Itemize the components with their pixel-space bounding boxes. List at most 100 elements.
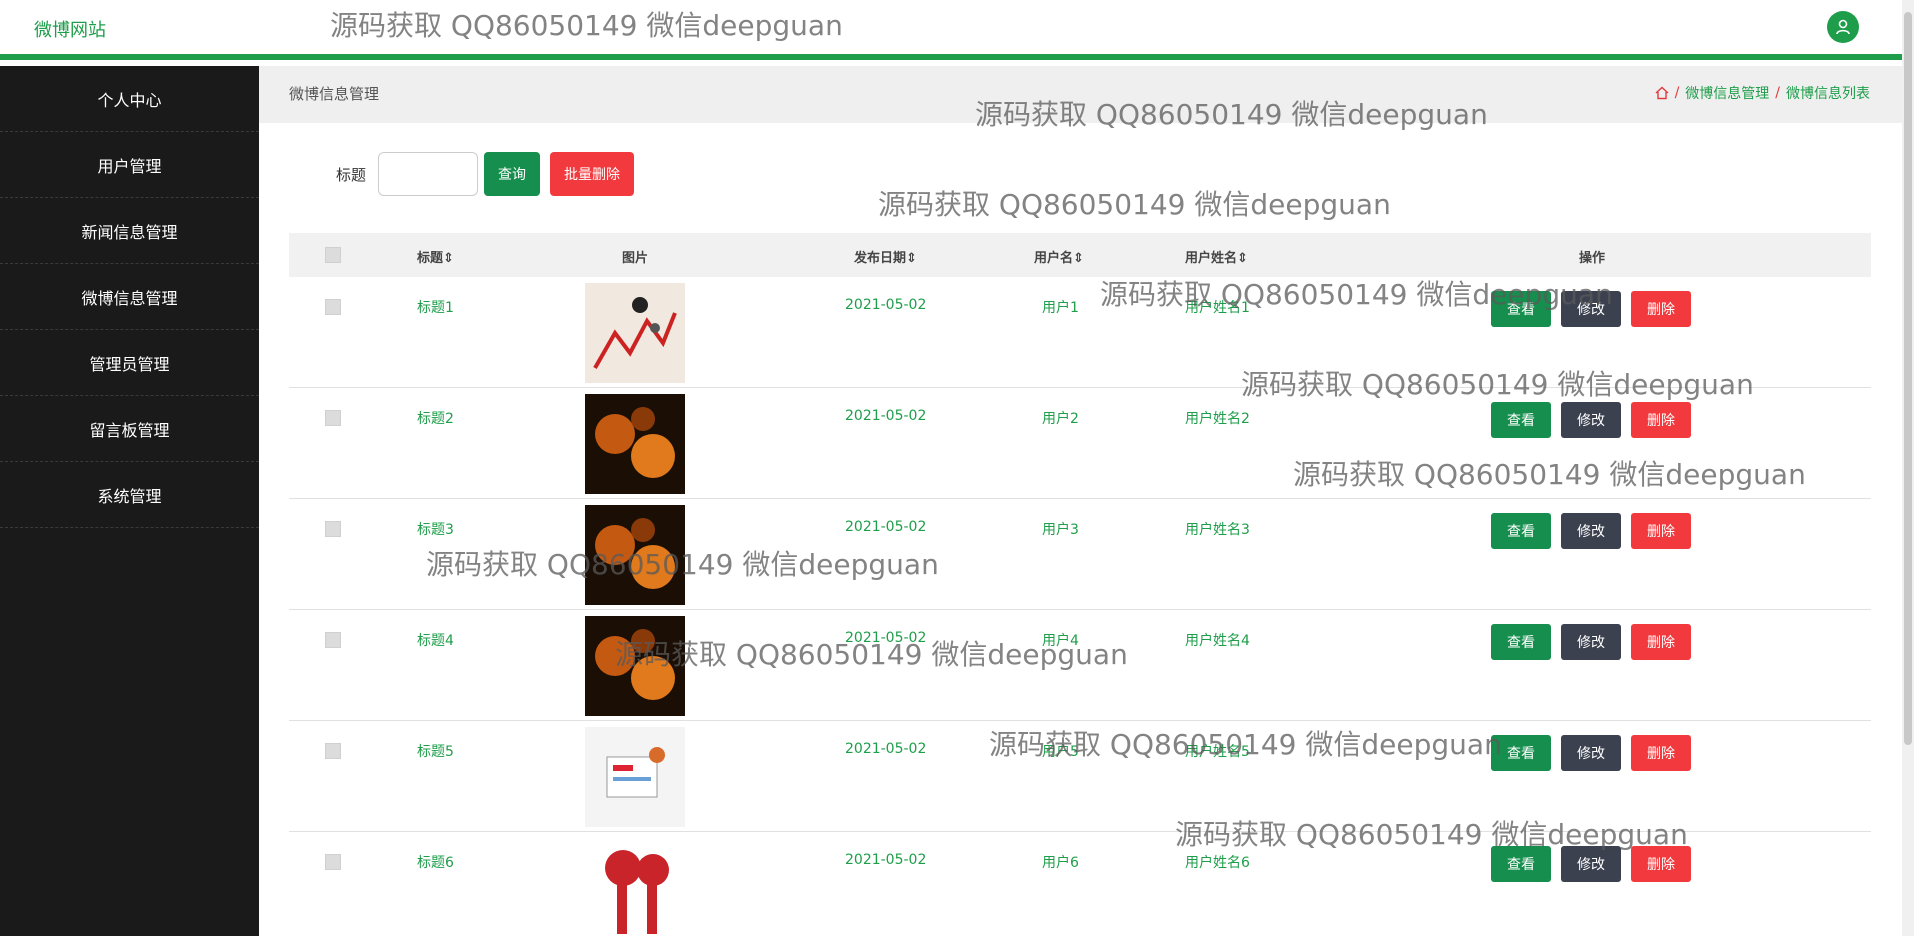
column-image: 图片 (622, 251, 649, 266)
view-button[interactable]: 查看 (1491, 846, 1551, 882)
breadcrumb-item[interactable]: 微博信息管理 (1685, 83, 1769, 103)
main-content: 微博信息管理 / 微博信息管理 / 微博信息列表 标题 查询 批量删除 标题⇕ … (259, 66, 1902, 938)
user-icon (1836, 19, 1850, 35)
weibo-image (585, 838, 685, 938)
data-table: 标题⇕ 图片 发布日期⇕ 用户名⇕ 用户姓名⇕ 操作 标题1 2021-05-0… (289, 233, 1871, 943)
vertical-scrollbar[interactable] (1902, 0, 1914, 936)
sidebar-item-admins[interactable]: 管理员管理 (0, 330, 259, 396)
row-username: 用户4 (1042, 633, 1079, 649)
row-realname: 用户姓名5 (1185, 744, 1250, 760)
edit-button[interactable]: 修改 (1561, 402, 1621, 438)
sidebar-item-users[interactable]: 用户管理 (0, 132, 259, 198)
table-row: 标题3 2021-05-02 用户3 用户姓名3 查看 修改 删除 (289, 499, 1871, 610)
delete-button[interactable]: 删除 (1631, 513, 1691, 549)
select-all-checkbox[interactable] (325, 247, 341, 263)
query-button[interactable]: 查询 (484, 152, 541, 196)
sort-icon: ⇕ (1237, 251, 1248, 266)
sidebar-item-news[interactable]: 新闻信息管理 (0, 198, 259, 264)
search-bar: 标题 查询 批量删除 (336, 152, 635, 196)
row-date: 2021-05-02 (845, 852, 927, 868)
row-checkbox[interactable] (325, 521, 341, 537)
row-checkbox[interactable] (325, 743, 341, 759)
view-button[interactable]: 查看 (1491, 513, 1551, 549)
table-header: 标题⇕ 图片 发布日期⇕ 用户名⇕ 用户姓名⇕ 操作 (289, 233, 1871, 277)
row-date: 2021-05-02 (845, 519, 927, 535)
breadcrumb-bar: 微博信息管理 / 微博信息管理 / 微博信息列表 (259, 66, 1902, 123)
view-button[interactable]: 查看 (1491, 735, 1551, 771)
row-title[interactable]: 标题6 (417, 852, 454, 872)
delete-button[interactable]: 删除 (1631, 624, 1691, 660)
row-checkbox[interactable] (325, 632, 341, 648)
row-date: 2021-05-02 (845, 741, 927, 757)
edit-button[interactable]: 修改 (1561, 513, 1621, 549)
row-date: 2021-05-02 (845, 408, 927, 424)
sort-icon: ⇕ (443, 251, 454, 266)
edit-button[interactable]: 修改 (1561, 846, 1621, 882)
row-title[interactable]: 标题4 (417, 630, 454, 650)
column-title[interactable]: 标题⇕ (417, 247, 454, 266)
weibo-image (585, 616, 685, 716)
row-title[interactable]: 标题1 (417, 297, 454, 317)
breadcrumb-item[interactable]: 微博信息列表 (1786, 83, 1870, 103)
top-bar: 微博网站 (0, 0, 1902, 60)
weibo-image (585, 283, 685, 383)
delete-button[interactable]: 删除 (1631, 402, 1691, 438)
weibo-image (585, 394, 685, 494)
row-username: 用户3 (1042, 522, 1079, 538)
sidebar: 个人中心 用户管理 新闻信息管理 微博信息管理 管理员管理 留言板管理 系统管理 (0, 66, 259, 936)
sidebar-item-messages[interactable]: 留言板管理 (0, 396, 259, 462)
breadcrumb: / 微博信息管理 / 微博信息列表 (1655, 83, 1870, 103)
sidebar-item-weibo[interactable]: 微博信息管理 (0, 264, 259, 330)
sidebar-item-profile[interactable]: 个人中心 (0, 66, 259, 132)
row-actions: 查看 修改 删除 (1491, 402, 1691, 438)
delete-button[interactable]: 删除 (1631, 735, 1691, 771)
site-title[interactable]: 微博网站 (34, 16, 106, 42)
table-row: 标题4 2021-05-02 用户4 用户姓名4 查看 修改 删除 (289, 610, 1871, 721)
weibo-image (585, 505, 685, 605)
sort-icon: ⇕ (906, 251, 917, 266)
row-date: 2021-05-02 (845, 297, 927, 313)
batch-delete-button[interactable]: 批量删除 (550, 152, 635, 196)
edit-button[interactable]: 修改 (1561, 624, 1621, 660)
delete-button[interactable]: 删除 (1631, 291, 1691, 327)
row-actions: 查看 修改 删除 (1491, 624, 1691, 660)
sort-icon: ⇕ (1073, 251, 1084, 266)
row-realname: 用户姓名2 (1185, 411, 1250, 427)
row-checkbox[interactable] (325, 410, 341, 426)
row-title[interactable]: 标题2 (417, 408, 454, 428)
scrollbar-thumb[interactable] (1904, 12, 1912, 745)
edit-button[interactable]: 修改 (1561, 735, 1621, 771)
row-realname: 用户姓名3 (1185, 522, 1250, 538)
row-checkbox[interactable] (325, 299, 341, 315)
view-button[interactable]: 查看 (1491, 624, 1551, 660)
breadcrumb-separator: / (1775, 85, 1780, 101)
delete-button[interactable]: 删除 (1631, 846, 1691, 882)
row-username: 用户5 (1042, 744, 1079, 760)
row-date: 2021-05-02 (845, 630, 927, 646)
table-row: 标题1 2021-05-02 用户1 用户姓名1 查看 修改 删除 (289, 277, 1871, 388)
column-realname[interactable]: 用户姓名⇕ (1185, 247, 1248, 266)
title-search-input[interactable] (378, 152, 479, 196)
view-button[interactable]: 查看 (1491, 402, 1551, 438)
row-actions: 查看 修改 删除 (1491, 513, 1691, 549)
view-button[interactable]: 查看 (1491, 291, 1551, 327)
row-realname: 用户姓名4 (1185, 633, 1250, 649)
table-row: 标题2 2021-05-02 用户2 用户姓名2 查看 修改 删除 (289, 388, 1871, 499)
user-avatar[interactable] (1827, 11, 1859, 43)
row-title[interactable]: 标题5 (417, 741, 454, 761)
table-row: 标题5 2021-05-02 用户5 用户姓名5 查看 修改 删除 (289, 721, 1871, 832)
row-realname: 用户姓名1 (1185, 300, 1250, 316)
row-actions: 查看 修改 删除 (1491, 735, 1691, 771)
column-username[interactable]: 用户名⇕ (1034, 247, 1084, 266)
row-checkbox[interactable] (325, 854, 341, 870)
sidebar-item-system[interactable]: 系统管理 (0, 462, 259, 528)
edit-button[interactable]: 修改 (1561, 291, 1621, 327)
row-username: 用户1 (1042, 300, 1079, 316)
column-date[interactable]: 发布日期⇕ (854, 247, 917, 266)
row-username: 用户2 (1042, 411, 1079, 427)
breadcrumb-separator: / (1674, 85, 1680, 101)
weibo-image (585, 727, 685, 827)
row-title[interactable]: 标题3 (417, 519, 454, 539)
page-title: 微博信息管理 (289, 85, 380, 103)
home-icon[interactable] (1655, 86, 1669, 100)
